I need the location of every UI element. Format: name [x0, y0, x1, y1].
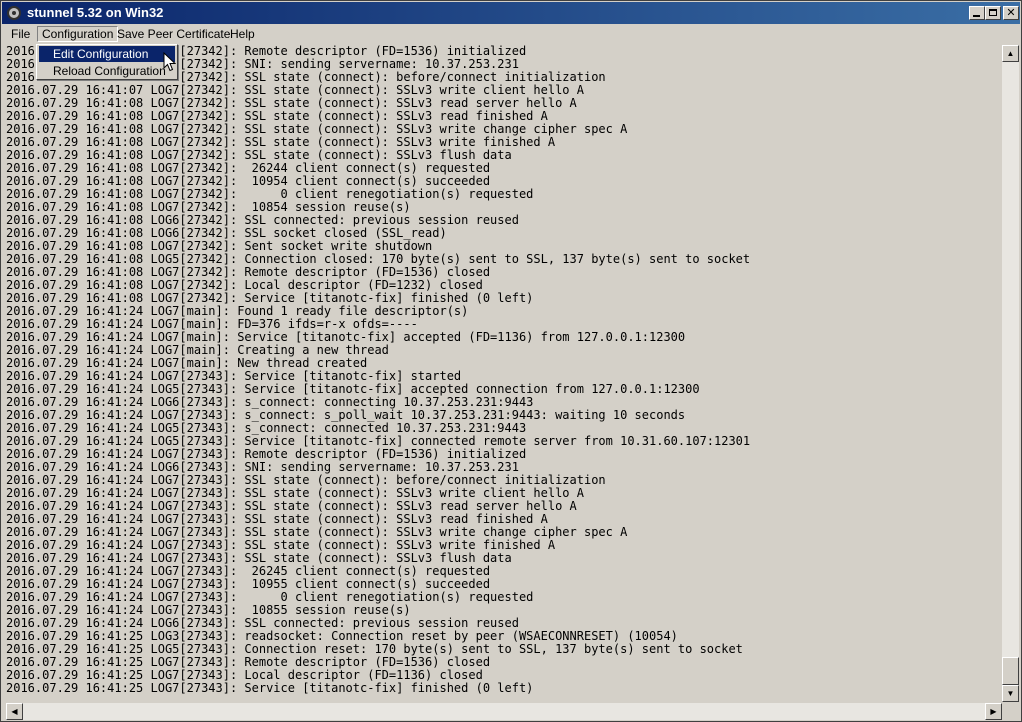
scroll-up-button[interactable]: ▲	[1002, 45, 1019, 62]
stunnel-app-icon[interactable]	[7, 6, 21, 20]
window-title: stunnel 5.32 on Win32	[27, 5, 164, 20]
arrow-down-icon: ▼	[1006, 689, 1015, 698]
close-icon: ✕	[1006, 6, 1016, 19]
scroll-down-button[interactable]: ▼	[1002, 685, 1019, 702]
vertical-scroll-thumb[interactable]	[1002, 657, 1019, 685]
maximize-icon	[989, 9, 997, 16]
arrow-up-icon: ▲	[1006, 49, 1015, 58]
configuration-dropdown-menu: Edit Configuration Reload Configuration	[36, 44, 178, 80]
menu-bar: File Configuration Save Peer Certificate…	[2, 24, 1020, 44]
scroll-right-button[interactable]: ▶	[985, 703, 1002, 720]
menu-help[interactable]: Help	[226, 26, 259, 42]
menu-configuration[interactable]: Configuration	[37, 26, 119, 42]
minimize-icon	[973, 15, 980, 17]
title-bar[interactable]: stunnel 5.32 on Win32 ✕	[2, 2, 1020, 24]
arrow-right-icon: ▶	[990, 707, 997, 716]
menu-save-peer-certificate[interactable]: Save Peer Certificate	[113, 26, 234, 42]
menu-item-edit-configuration[interactable]: Edit Configuration	[39, 46, 175, 62]
log-line: 2016.07.29 16:41:25 LOG7[27343]: Service…	[6, 681, 534, 695]
log-output[interactable]: 2016.07.29 16:41:07 LOG7[27342]: Remote …	[6, 45, 1001, 700]
menu-file[interactable]: File	[7, 26, 34, 42]
mouse-pointer-icon	[163, 52, 176, 72]
horizontal-scrollbar[interactable]: ◀ ▶	[6, 703, 1002, 720]
minimize-button[interactable]	[969, 6, 985, 20]
stunnel-window: stunnel 5.32 on Win32 ✕ File Configurati…	[0, 0, 1022, 722]
size-grip	[1002, 703, 1019, 720]
close-button[interactable]: ✕	[1003, 6, 1019, 20]
scroll-left-button[interactable]: ◀	[6, 703, 23, 720]
maximize-button[interactable]	[985, 6, 1001, 20]
vertical-scrollbar[interactable]: ▲ ▼	[1002, 45, 1019, 702]
menu-item-reload-configuration[interactable]: Reload Configuration	[39, 63, 175, 79]
arrow-left-icon: ◀	[11, 707, 18, 716]
